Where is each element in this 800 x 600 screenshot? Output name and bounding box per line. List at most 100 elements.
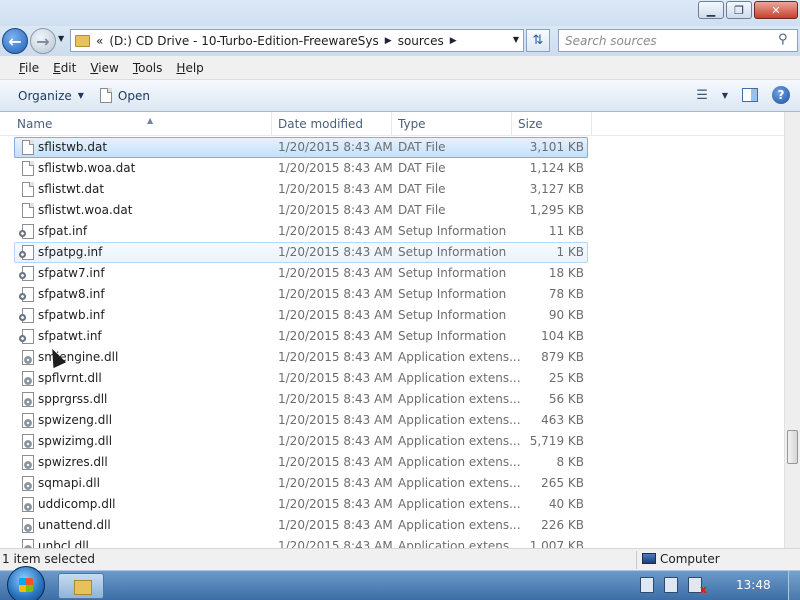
show-desktop-button[interactable] — [788, 571, 800, 600]
address-bar[interactable]: « (D:) CD Drive - 10-Turbo-Edition-Freew… — [70, 29, 524, 52]
chevron-right-icon[interactable]: ▶ — [450, 36, 457, 46]
file-type: DAT File — [398, 182, 446, 196]
file-date-modified: 1/20/2015 8:43 AM — [278, 413, 393, 427]
view-dropdown-icon[interactable]: ▼ — [722, 91, 728, 100]
close-button[interactable]: ✕ — [754, 1, 798, 19]
file-size: 265 KB — [541, 476, 584, 490]
view-controls: ☰ ▼ ? — [696, 86, 790, 104]
file-row[interactable]: spwizeng.dll 1/20/2015 8:43 AM Application… — [0, 410, 784, 431]
file-row[interactable]: unattend.dll 1/20/2015 8:43 AM Application… — [0, 515, 784, 536]
sound-muted-icon[interactable] — [688, 577, 707, 596]
taskbar-clock[interactable]: 13:48 — [736, 578, 771, 592]
maximize-button[interactable]: ❐ — [726, 1, 752, 19]
file-name: sfpatw8.inf — [38, 287, 105, 301]
breadcrumb-overflow[interactable]: « — [96, 34, 103, 48]
file-name: sfpatw7.inf — [38, 266, 105, 280]
forward-button[interactable]: → — [30, 28, 56, 54]
column-header-type[interactable]: Type — [392, 112, 512, 136]
taskbar-explorer-button[interactable] — [58, 573, 104, 599]
file-row[interactable]: sfpat.inf 1/20/2015 8:43 AM Setup Informat… — [0, 221, 784, 242]
column-header-name[interactable]: Name ▲ — [11, 112, 272, 136]
menu-help[interactable]: Help — [169, 61, 210, 75]
file-row[interactable]: sfpatwb.inf 1/20/2015 8:43 AM Setup Inform… — [0, 305, 784, 326]
file-row[interactable]: spwizres.dll 1/20/2015 8:43 AM Application… — [0, 452, 784, 473]
setup-file-icon — [19, 266, 34, 281]
file-name: unattend.dll — [38, 518, 111, 532]
file-row[interactable]: sflistwb.dat 1/20/2015 8:43 AM DAT File 3,1… — [0, 137, 784, 158]
file-type: Application extens... — [398, 392, 521, 406]
file-name: sfpatwb.inf — [38, 308, 105, 322]
flag-icon[interactable] — [640, 577, 654, 593]
file-name: spwizeng.dll — [38, 413, 113, 427]
menu-view[interactable]: View — [83, 61, 125, 75]
file-type: Setup Information — [398, 308, 507, 322]
dll-file-icon — [22, 392, 34, 407]
file-type: Setup Information — [398, 329, 507, 343]
file-type: Setup Information — [398, 266, 507, 280]
menu-tools[interactable]: Tools — [126, 61, 170, 75]
column-header-size[interactable]: Size — [512, 112, 592, 136]
setup-file-icon — [19, 329, 34, 344]
file-date-modified: 1/20/2015 8:43 AM — [278, 287, 393, 301]
file-size: 463 KB — [541, 413, 584, 427]
file-row[interactable]: spprgrss.dll 1/20/2015 8:43 AM Application… — [0, 389, 784, 410]
file-row[interactable]: sfpatpg.inf 1/20/2015 8:43 AM Setup Inform… — [0, 242, 784, 263]
file-row[interactable]: sflistwb.woa.dat 1/20/2015 8:43 AM DAT Fil… — [0, 158, 784, 179]
file-type: Application extens... — [398, 413, 521, 427]
file-row[interactable]: sfpatwt.inf 1/20/2015 8:43 AM Setup Inform… — [0, 326, 784, 347]
minimize-button[interactable]: ▁ — [698, 1, 724, 19]
file-size: 56 KB — [548, 392, 584, 406]
file-type: Application extens... — [398, 476, 521, 490]
help-icon[interactable]: ? — [772, 86, 790, 104]
file-size: 1,007 KB — [529, 539, 584, 548]
file-type: Application extens... — [398, 455, 521, 469]
file-row[interactable]: unbcl.dll 1/20/2015 8:43 AM Application ex… — [0, 536, 784, 548]
file-name: sflistwb.dat — [38, 140, 108, 154]
menu-file[interactable]: File — [12, 61, 46, 75]
chevron-down-icon: ▼ — [77, 91, 84, 100]
refresh-button[interactable]: ⇅ — [526, 29, 550, 52]
file-type: Application extens... — [398, 350, 521, 364]
setup-file-icon — [19, 287, 34, 302]
file-size: 90 KB — [548, 308, 584, 322]
file-row[interactable]: spflvrnt.dll 1/20/2015 8:43 AM Application… — [0, 368, 784, 389]
vertical-scrollbar[interactable] — [784, 112, 800, 548]
file-row[interactable]: sqmapi.dll 1/20/2015 8:43 AM Application e… — [0, 473, 784, 494]
open-button[interactable]: Open — [92, 88, 158, 103]
menu-bar: File Edit View Tools Help — [0, 56, 800, 80]
start-button[interactable] — [7, 566, 45, 600]
search-input[interactable] — [558, 29, 798, 52]
network-icon[interactable] — [664, 577, 678, 593]
search-icon[interactable]: ⚲ — [778, 32, 788, 47]
file-name: sflistwb.woa.dat — [38, 161, 136, 175]
file-size: 1,124 KB — [529, 161, 584, 175]
scrollbar-thumb[interactable] — [787, 430, 798, 464]
column-header-date[interactable]: Date modified — [272, 112, 392, 136]
file-row[interactable]: sflistwt.dat 1/20/2015 8:43 AM DAT File 3,1… — [0, 179, 784, 200]
file-row[interactable]: sfpatw7.inf 1/20/2015 8:43 AM Setup Inform… — [0, 263, 784, 284]
chevron-right-icon[interactable]: ▶ — [385, 36, 392, 46]
change-view-icon[interactable]: ☰ — [696, 88, 708, 103]
dll-file-icon — [22, 413, 34, 428]
file-row[interactable]: sflistwt.woa.dat 1/20/2015 8:43 AM DAT Fil… — [0, 200, 784, 221]
menu-edit[interactable]: Edit — [46, 61, 83, 75]
address-dropdown-icon[interactable]: ▼ — [513, 35, 519, 44]
file-type: DAT File — [398, 161, 446, 175]
preview-pane-icon[interactable] — [742, 88, 758, 102]
file-row[interactable]: spwizimg.dll 1/20/2015 8:43 AM Application… — [0, 431, 784, 452]
file-name: uddicomp.dll — [38, 497, 116, 511]
file-size: 18 KB — [548, 266, 584, 280]
breadcrumb-drive[interactable]: (D:) CD Drive - 10-Turbo-Edition-Freewar… — [109, 34, 378, 48]
file-name: spwizres.dll — [38, 455, 108, 469]
file-row[interactable]: smiengine.dll 1/20/2015 8:43 AM Applicatio… — [0, 347, 784, 368]
organize-button[interactable]: Organize ▼ — [10, 89, 92, 103]
back-button[interactable]: ← — [2, 28, 28, 54]
breadcrumb-sources[interactable]: sources — [398, 34, 444, 48]
file-size: 11 KB — [548, 224, 584, 238]
recent-pages-dropdown[interactable]: ▼ — [58, 34, 64, 43]
taskbar: 13:48 — [0, 566, 800, 600]
file-row[interactable]: sfpatw8.inf 1/20/2015 8:43 AM Setup Inform… — [0, 284, 784, 305]
file-size: 104 KB — [541, 329, 584, 343]
file-row[interactable]: uddicomp.dll 1/20/2015 8:43 AM Application… — [0, 494, 784, 515]
status-bar: 1 item selected Computer — [0, 548, 800, 570]
